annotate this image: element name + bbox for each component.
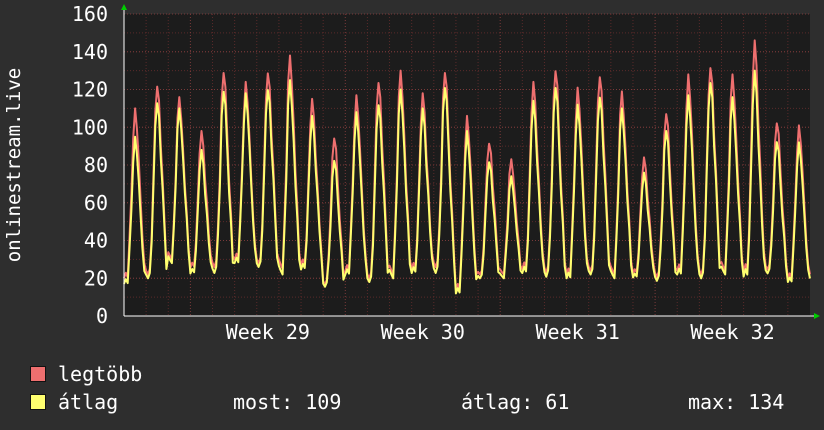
y-axis-label: onlinestream.live xyxy=(3,68,25,262)
stat-average: átlag: 61 xyxy=(461,390,570,414)
y-tick-label: 120 xyxy=(72,78,108,102)
legend-swatch-max xyxy=(30,366,46,382)
legend-swatch-avg xyxy=(30,394,46,410)
y-tick-label: 160 xyxy=(72,2,108,26)
legend-label-avg: átlag xyxy=(58,390,119,414)
stat-maximum: max: 134 xyxy=(688,390,785,414)
x-tick-label: Week 31 xyxy=(535,320,619,344)
y-tick-label: 80 xyxy=(84,153,108,177)
stat-current: most: 109 xyxy=(233,390,342,414)
y-tick-label: 0 xyxy=(96,304,108,328)
legend-item-max: legtöbb xyxy=(30,362,142,386)
y-tick-label: 60 xyxy=(84,191,108,215)
y-tick-label: 20 xyxy=(84,266,108,290)
y-tick-label: 100 xyxy=(72,115,108,139)
legend-item-avg: átlag xyxy=(30,390,118,414)
legend-label-max: legtöbb xyxy=(58,362,143,386)
x-axis-arrow xyxy=(814,313,820,319)
x-tick-label: Week 32 xyxy=(690,320,774,344)
y-tick-label: 140 xyxy=(72,40,108,64)
x-tick-label: Week 29 xyxy=(226,320,310,344)
x-tick-label: Week 30 xyxy=(381,320,465,344)
y-axis-arrow xyxy=(121,4,127,10)
y-tick-label: 40 xyxy=(84,229,108,253)
